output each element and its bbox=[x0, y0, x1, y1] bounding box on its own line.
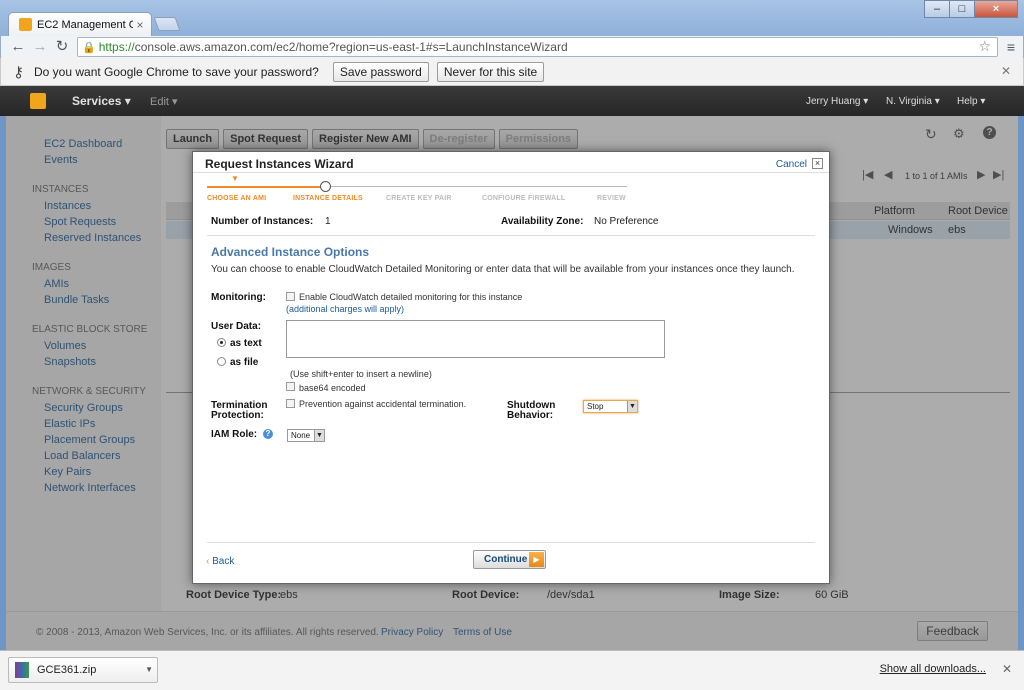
termination-checkbox[interactable] bbox=[286, 399, 295, 408]
show-all-downloads-link[interactable]: Show all downloads... bbox=[880, 663, 986, 675]
aws-favicon-icon bbox=[19, 18, 32, 31]
shutdown-behavior-value: Stop bbox=[587, 402, 604, 411]
window-controls: – □ × bbox=[924, 0, 1018, 18]
availability-zone-label: Availability Zone: bbox=[501, 216, 584, 227]
as-file-label: as file bbox=[230, 357, 259, 368]
iam-help-icon[interactable]: ? bbox=[263, 429, 273, 439]
aws-header: Services ▾ Edit ▾ Jerry Huang ▾ N. Virgi… bbox=[0, 86, 1024, 116]
reload-icon[interactable]: ↻ bbox=[53, 38, 71, 56]
browser-toolbar: ← → ↻ 🔒 https:// console.aws.amazon.com/… bbox=[0, 36, 1024, 58]
close-icon[interactable]: × bbox=[812, 158, 823, 169]
termination-label-line2: Protection: bbox=[211, 410, 264, 421]
availability-zone-value: No Preference bbox=[594, 216, 659, 227]
never-for-site-button[interactable]: Never for this site bbox=[436, 61, 545, 82]
download-menu-arrow-icon[interactable]: ▼ bbox=[145, 665, 153, 674]
minimize-button[interactable]: – bbox=[924, 0, 950, 18]
step-review: REVIEW bbox=[597, 195, 626, 202]
request-instances-wizard: Request Instances Wizard Cancel × ▼ CHOO… bbox=[192, 151, 830, 584]
window-titlebar: EC2 Management Console × – □ × bbox=[0, 0, 1024, 36]
key-icon: ⚷ bbox=[13, 63, 24, 81]
continue-button[interactable]: Continue ▶ bbox=[473, 550, 546, 569]
tab-close-icon[interactable]: × bbox=[133, 18, 147, 32]
monitoring-label: Monitoring: bbox=[211, 292, 266, 303]
iam-role-value: None bbox=[291, 431, 311, 440]
as-text-label: as text bbox=[230, 338, 262, 349]
base64-checkbox[interactable] bbox=[286, 382, 295, 391]
new-tab-button[interactable] bbox=[153, 17, 181, 31]
region-label: N. Virginia bbox=[886, 96, 932, 107]
cancel-link[interactable]: Cancel bbox=[776, 159, 807, 170]
step-choose-ami: CHOOSE AN AMI bbox=[207, 195, 267, 202]
monitoring-checkbox-label: Enable CloudWatch detailed monitoring fo… bbox=[299, 292, 523, 302]
num-instances-label: Number of Instances: bbox=[211, 216, 314, 227]
base64-label: base64 encoded bbox=[299, 383, 366, 393]
help-label: Help bbox=[957, 96, 978, 107]
close-shelf-icon[interactable]: ✕ bbox=[1002, 662, 1012, 676]
bookmark-star-icon[interactable]: ☆ bbox=[978, 38, 991, 55]
as-file-radio[interactable] bbox=[217, 357, 226, 366]
url-text: console.aws.amazon.com/ec2/home?region=u… bbox=[134, 40, 568, 54]
download-item[interactable]: GCE361.zip ▼ bbox=[8, 657, 158, 683]
url-scheme: https:// bbox=[98, 40, 135, 54]
tab-title: EC2 Management Console bbox=[37, 18, 133, 31]
as-text-radio[interactable] bbox=[217, 338, 226, 347]
wizard-title: Request Instances Wizard bbox=[205, 157, 354, 171]
chrome-menu-icon[interactable]: ≡ bbox=[1007, 39, 1015, 55]
region-menu[interactable]: N. Virginia ▾ bbox=[886, 96, 940, 107]
user-menu[interactable]: Jerry Huang ▾ bbox=[806, 96, 868, 107]
maximize-button[interactable]: □ bbox=[949, 0, 975, 18]
download-shelf: GCE361.zip ▼ Show all downloads... ✕ bbox=[0, 650, 1024, 690]
monitoring-checkbox[interactable] bbox=[286, 292, 295, 301]
edit-menu[interactable]: Edit ▾ bbox=[150, 95, 178, 108]
back-arrow-icon[interactable]: ← bbox=[9, 38, 27, 56]
services-menu[interactable]: Services ▾ bbox=[72, 94, 131, 108]
num-instances-value: 1 bbox=[325, 216, 331, 227]
shutdown-label-line2: Behavior: bbox=[507, 410, 554, 421]
chevron-down-icon: ▼ bbox=[314, 430, 324, 441]
services-label: Services bbox=[72, 94, 122, 108]
lock-icon: 🔒 bbox=[82, 41, 96, 54]
chevron-down-icon: ▼ bbox=[627, 401, 637, 412]
current-step-marker bbox=[320, 181, 331, 192]
step-instance-details: INSTANCE DETAILS bbox=[293, 195, 363, 202]
termination-checkbox-label: Prevention against accidental terminatio… bbox=[299, 399, 467, 409]
close-window-button[interactable]: × bbox=[974, 0, 1018, 18]
divider bbox=[207, 235, 815, 236]
shutdown-behavior-select[interactable]: Stop ▼ bbox=[583, 400, 638, 413]
iam-role-label: IAM Role: bbox=[211, 429, 258, 440]
user-data-textarea[interactable] bbox=[286, 320, 665, 358]
newline-hint: (Use shift+enter to insert a newline) bbox=[290, 369, 432, 379]
additional-charges-link[interactable]: (additional charges will apply) bbox=[286, 304, 404, 314]
download-filename: GCE361.zip bbox=[37, 664, 97, 676]
step-create-key-pair: CREATE KEY PAIR bbox=[386, 195, 452, 202]
wizard-progress-fill bbox=[207, 186, 323, 188]
forward-arrow-icon[interactable]: → bbox=[31, 38, 49, 56]
user-label: Jerry Huang bbox=[806, 96, 861, 107]
step-configure-firewall: CONFIGURE FIREWALL bbox=[482, 195, 566, 202]
browser-tab[interactable]: EC2 Management Console × bbox=[8, 12, 152, 36]
arrow-right-icon: ▶ bbox=[529, 552, 544, 567]
password-infobar: ⚷ Do you want Google Chrome to save your… bbox=[0, 58, 1024, 86]
infobar-message: Do you want Google Chrome to save your p… bbox=[34, 64, 319, 79]
footer-divider bbox=[207, 542, 815, 543]
aws-cube-icon[interactable] bbox=[30, 93, 46, 109]
save-password-button[interactable]: Save password bbox=[332, 61, 429, 82]
edit-label: Edit bbox=[150, 96, 169, 108]
back-label: Back bbox=[212, 556, 235, 567]
address-bar[interactable]: 🔒 https:// console.aws.amazon.com/ec2/ho… bbox=[77, 37, 998, 57]
help-menu[interactable]: Help ▾ bbox=[957, 96, 985, 107]
user-data-label: User Data: bbox=[211, 321, 262, 332]
back-link[interactable]: ‹ Back bbox=[206, 556, 234, 567]
section-description: You can choose to enable CloudWatch Deta… bbox=[211, 264, 795, 275]
section-title: Advanced Instance Options bbox=[211, 245, 370, 259]
zip-file-icon bbox=[15, 662, 29, 678]
iam-role-select[interactable]: None ▼ bbox=[287, 429, 325, 442]
close-infobar-icon[interactable]: ✕ bbox=[1001, 64, 1011, 78]
step-caret-icon: ▼ bbox=[231, 174, 239, 183]
continue-label: Continue bbox=[484, 554, 528, 565]
